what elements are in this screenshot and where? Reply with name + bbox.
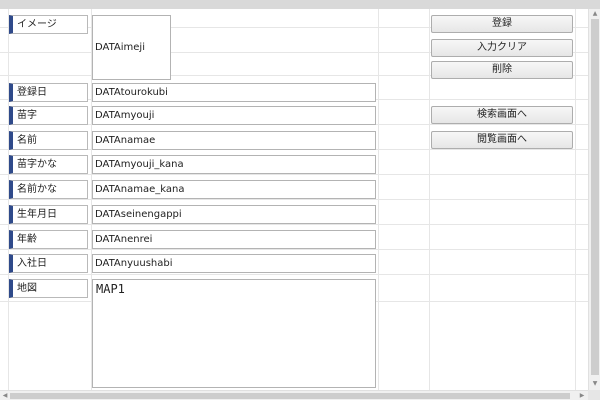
label-namae-kana: 名前かな	[9, 180, 88, 199]
grid-line	[0, 274, 588, 275]
nyuushabi-field[interactable]: DATAnyuushabi	[92, 254, 376, 273]
grid-line	[429, 9, 430, 390]
grid-line	[575, 9, 576, 390]
top-bar	[0, 0, 600, 9]
grid-line	[0, 174, 588, 175]
nenrei-field[interactable]: DATAnenrei	[92, 230, 376, 249]
grid-line	[0, 224, 588, 225]
label-chizu: 地図	[9, 279, 88, 298]
grid-line	[0, 249, 588, 250]
myouji-kana-field[interactable]: DATAmyouji_kana	[92, 155, 376, 174]
label-myouji: 苗字	[9, 106, 88, 125]
label-nenrei: 年齢	[9, 230, 88, 249]
tourokubi-field[interactable]: DATAtourokubi	[92, 83, 376, 102]
scroll-right-icon[interactable]: ▶	[578, 392, 586, 400]
image-value: DATAimeji	[95, 42, 145, 53]
map-box[interactable]: MAP1	[92, 279, 376, 388]
label-seinengappi: 生年月日	[9, 205, 88, 224]
horizontal-scroll-thumb[interactable]	[10, 393, 570, 399]
register-button[interactable]: 登録	[431, 15, 573, 33]
grid-line	[0, 199, 588, 200]
image-box[interactable]: DATAimeji	[92, 15, 171, 80]
namae-field[interactable]: DATAnamae	[92, 131, 376, 150]
myouji-field[interactable]: DATAmyouji	[92, 106, 376, 125]
to-browse-button[interactable]: 閲覧画面へ	[431, 131, 573, 149]
grid-line	[378, 9, 379, 390]
to-search-button[interactable]: 検索画面へ	[431, 106, 573, 124]
namae-kana-field[interactable]: DATAnamae_kana	[92, 180, 376, 199]
horizontal-scrollbar[interactable]: ◀ ▶	[0, 390, 588, 400]
grid-line	[8, 9, 9, 390]
label-tourokubi: 登録日	[9, 83, 88, 102]
vertical-scroll-thumb[interactable]	[591, 19, 599, 375]
delete-button[interactable]: 削除	[431, 61, 573, 79]
scrollbar-corner	[588, 390, 600, 400]
clear-input-button[interactable]: 入力クリア	[431, 39, 573, 57]
seinengappi-field[interactable]: DATAseinengappi	[92, 205, 376, 224]
map-value: MAP1	[96, 282, 125, 296]
sheet-grid: イメージ DATAimeji 登録 入力クリア 削除 検索画面へ 閲覧画面へ 登…	[0, 9, 588, 390]
label-myouji-kana: 苗字かな	[9, 155, 88, 174]
scroll-down-icon[interactable]: ▼	[591, 380, 599, 388]
label-imeji: イメージ	[9, 15, 88, 34]
vertical-scrollbar[interactable]: ▲ ▼	[588, 9, 600, 390]
scroll-left-icon[interactable]: ◀	[1, 392, 9, 400]
label-nyuushabi: 入社日	[9, 254, 88, 273]
label-namae: 名前	[9, 131, 88, 150]
scroll-up-icon[interactable]: ▲	[591, 10, 599, 18]
